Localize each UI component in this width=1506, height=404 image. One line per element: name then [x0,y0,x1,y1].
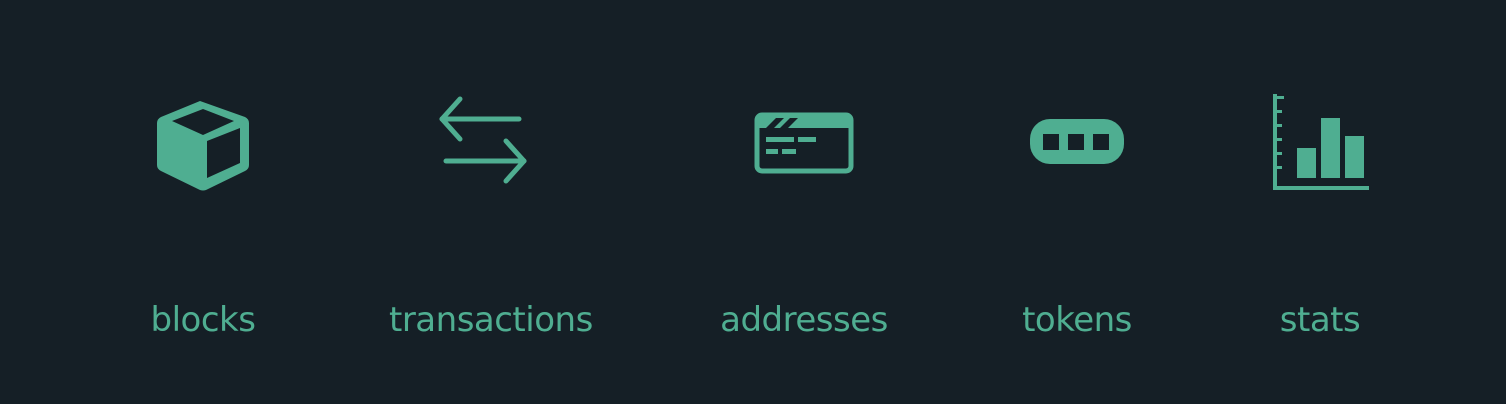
nav-label-tokens: tokens [1022,300,1132,340]
nav-item-tokens[interactable]: tokens [977,0,1177,404]
nav-item-blocks[interactable]: blocks [103,0,303,404]
bar-chart-icon [1268,92,1372,196]
token-icon [1025,92,1129,196]
arrows-exchange-icon [437,92,541,196]
explorer-nav: blocks transactions addresses tokens sta… [0,0,1506,404]
nav-label-addresses: addresses [720,300,888,340]
nav-item-stats[interactable]: stats [1220,0,1420,404]
cube-icon [151,92,255,196]
address-card-icon [752,92,856,196]
nav-label-transactions: transactions [389,300,593,340]
nav-label-stats: stats [1279,300,1361,340]
nav-item-addresses[interactable]: addresses [704,0,904,404]
nav-label-blocks: blocks [150,300,256,340]
nav-item-transactions[interactable]: transactions [389,0,593,404]
